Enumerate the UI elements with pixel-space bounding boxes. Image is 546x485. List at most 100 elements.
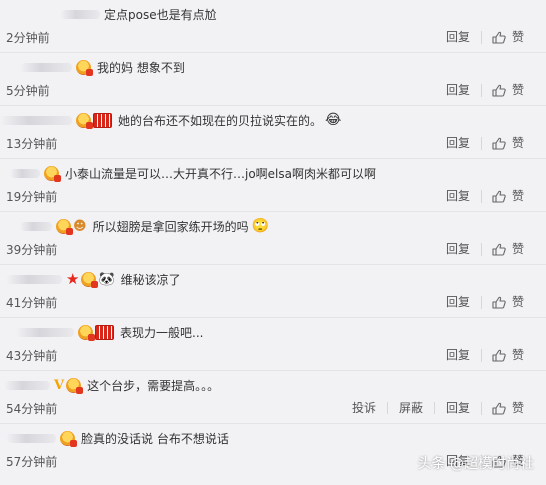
username-blurred[interactable] <box>0 115 72 125</box>
comment-actions: 回复 赞 <box>435 295 524 309</box>
comment-item: 她的台布还不如现在的贝拉说实在的。 😂 13分钟前 回复 赞 <box>0 106 546 159</box>
user-badges: V <box>54 377 84 394</box>
comment-text: 我的妈 想象不到 <box>97 60 185 75</box>
star-icon: ★ <box>66 269 80 288</box>
username-blurred[interactable] <box>16 327 74 337</box>
like-label: 赞 <box>511 189 524 203</box>
comment-text: 脸真的没话说 台布不想说话 <box>81 431 229 446</box>
reply-button[interactable]: 回复 <box>435 31 481 43</box>
username-blurred[interactable] <box>60 9 100 19</box>
comment-list: 定点pose也是有点尬 2分钟前 回复赞我的妈 想象不到 5分钟前 回复赞她的台布还不如… <box>0 0 546 477</box>
comment-time: 19分钟前 <box>6 189 58 204</box>
comment-time: 57分钟前 <box>6 454 58 469</box>
thumbs-up-icon <box>492 137 506 150</box>
reply-button[interactable]: 回复 <box>435 137 481 149</box>
like-button[interactable]: 赞 <box>480 348 524 362</box>
like-label: 赞 <box>511 30 524 44</box>
user-badges: ☻ <box>56 218 87 235</box>
comment-time: 41分钟前 <box>6 295 58 310</box>
panda-icon: 🐼 <box>98 271 115 287</box>
member-badge-icon <box>66 377 84 394</box>
like-button[interactable]: 赞 <box>480 242 524 256</box>
comment-actions: 回复 赞 <box>435 189 524 203</box>
thumbs-up-icon <box>492 296 506 309</box>
comment-item: V 这个台步，需要提高。。。 54分钟前 投诉 屏蔽 回复 赞 <box>0 371 546 424</box>
comment-text: 所以翅膀是拿回家练开场的吗 <box>92 219 249 234</box>
emoji-icon: 🙄 <box>251 218 270 234</box>
comment-item: 小泰山流量是可以…大开真不行…jo啊elsa啊肉米都可以啊 19分钟前 回复 赞 <box>0 159 546 212</box>
reply-button[interactable]: 回复 <box>435 84 481 96</box>
emoji-icon: 😂 <box>325 112 342 128</box>
reply-button[interactable]: 回复 <box>435 296 481 308</box>
thumbs-up-icon <box>492 31 506 44</box>
comment-actions: 投诉 屏蔽 回复 赞 <box>341 401 524 415</box>
username-blurred[interactable] <box>6 274 62 284</box>
comment-item: 表现力一般吧... 43分钟前 回复 赞 <box>0 318 546 371</box>
like-button[interactable]: 赞 <box>480 401 524 415</box>
comment-text: 维秘该凉了 <box>120 272 181 287</box>
like-button[interactable]: 赞 <box>480 189 524 203</box>
like-label: 赞 <box>511 83 524 97</box>
verified-v-icon: V <box>54 377 65 393</box>
member-badge-icon <box>44 165 61 182</box>
member-badge-icon <box>78 324 95 341</box>
user-badges <box>78 324 114 341</box>
comment-text: 定点pose也是有点尬 <box>104 7 217 22</box>
like-label: 赞 <box>511 295 524 309</box>
block-button[interactable]: 屏蔽 <box>386 402 434 414</box>
user-badges <box>76 112 112 129</box>
comment-actions: 回复 赞 <box>435 136 524 150</box>
comment-text: 小泰山流量是可以…大开真不行…jo啊elsa啊肉米都可以啊 <box>65 166 376 181</box>
comment-item: ☻ 所以翅膀是拿回家练开场的吗 🙄 39分钟前 回复 赞 <box>0 212 546 265</box>
fan-badge-icon: ☻ <box>73 218 87 234</box>
comment-text: 这个台步，需要提高。。。 <box>87 378 220 393</box>
like-button[interactable]: 赞 <box>480 295 524 309</box>
username-blurred[interactable] <box>10 168 40 178</box>
reply-button[interactable]: 回复 <box>435 190 481 202</box>
comment-time: 43分钟前 <box>6 348 58 363</box>
username-blurred[interactable] <box>4 380 50 390</box>
reply-button[interactable]: 回复 <box>435 349 481 361</box>
like-label: 赞 <box>511 348 524 362</box>
like-button[interactable]: 赞 <box>480 83 524 97</box>
report-button[interactable]: 投诉 <box>341 402 387 414</box>
comment-actions: 回复 赞 <box>435 242 524 256</box>
member-badge-icon <box>76 112 93 129</box>
like-button[interactable]: 赞 <box>480 136 524 150</box>
like-label: 赞 <box>511 401 524 415</box>
user-badges: ★ 🐼 <box>66 269 115 288</box>
comment-item: ★ 🐼 维秘该凉了 41分钟前 回复赞 <box>0 265 546 318</box>
username-blurred[interactable] <box>20 221 52 231</box>
watermark: 头条 @超模时尚社 <box>417 456 534 472</box>
thumbs-up-icon <box>492 349 506 362</box>
thumbs-up-icon <box>492 84 506 97</box>
comment-item: 我的妈 想象不到 5分钟前 回复 赞 <box>0 53 546 106</box>
comment-time: 39分钟前 <box>6 242 58 257</box>
thumbs-up-icon <box>492 243 506 256</box>
comment-time: 13分钟前 <box>6 136 58 151</box>
thumbs-up-icon <box>492 402 506 415</box>
comment-time: 54分钟前 <box>6 401 58 416</box>
member-badge-icon <box>76 59 93 76</box>
member-badge-icon <box>81 271 99 288</box>
username-blurred[interactable] <box>20 62 72 72</box>
user-badges <box>76 59 93 76</box>
member-badge-icon <box>56 218 73 235</box>
comment-time: 5分钟前 <box>6 83 50 98</box>
comment-actions: 回复 赞 <box>435 348 524 362</box>
comment-actions: 回复 赞 <box>435 30 524 44</box>
member-badge-icon <box>60 430 77 447</box>
reply-button[interactable]: 回复 <box>435 243 481 255</box>
user-badges <box>44 165 61 182</box>
username-blurred[interactable] <box>6 433 56 443</box>
comment-text: 她的台布还不如现在的贝拉说实在的。 <box>118 113 323 128</box>
reply-button[interactable]: 回复 <box>433 402 481 414</box>
comment-text: 表现力一般吧... <box>120 325 204 340</box>
comment-item: 定点pose也是有点尬 2分钟前 回复 赞 <box>0 0 546 53</box>
thumbs-up-icon <box>492 190 506 203</box>
like-label: 赞 <box>511 242 524 256</box>
vip-red-badge-icon <box>93 112 112 128</box>
like-label: 赞 <box>511 136 524 150</box>
like-button[interactable]: 赞 <box>480 30 524 44</box>
user-badges <box>60 430 77 447</box>
